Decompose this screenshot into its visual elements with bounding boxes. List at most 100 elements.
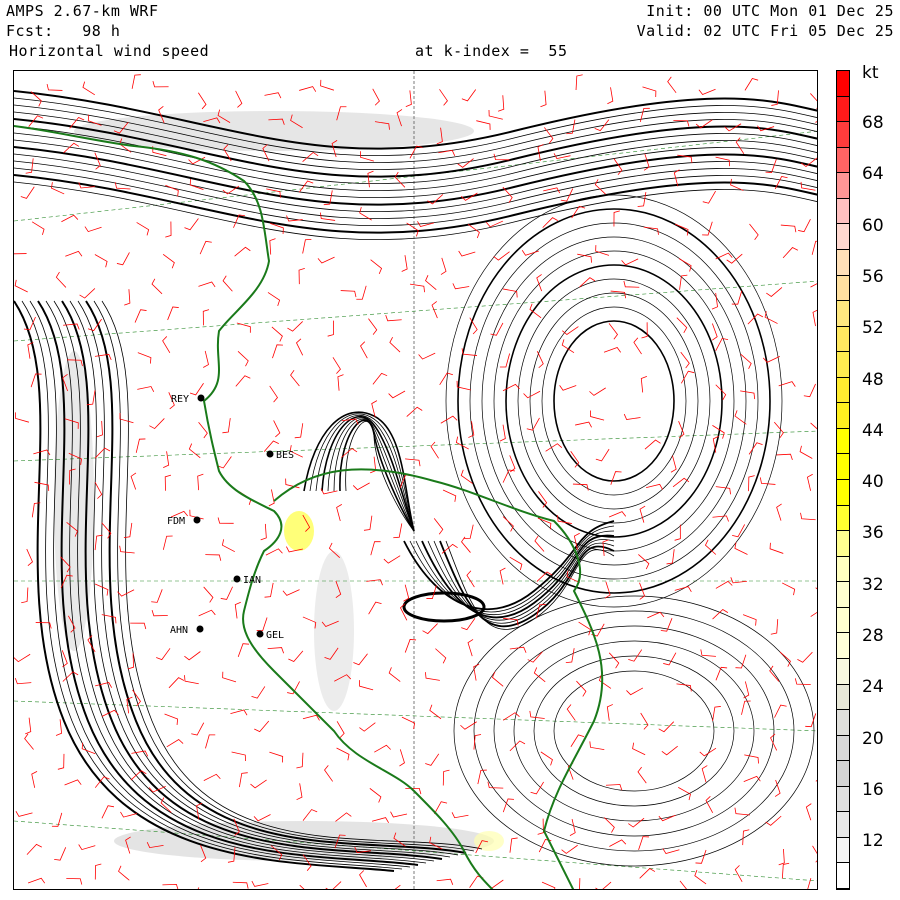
wind-barb — [287, 321, 303, 332]
wind-barb — [799, 445, 813, 459]
wind-barb — [64, 779, 82, 786]
wind-barb — [119, 545, 135, 554]
wind-barb — [94, 863, 102, 880]
colorbar-label: 28 — [862, 626, 884, 646]
wind-barb — [403, 584, 410, 602]
wind-barb — [127, 653, 134, 670]
colorbar-label: 60 — [862, 215, 884, 236]
wind-barb — [14, 653, 31, 663]
wind-barb — [399, 749, 405, 767]
wind-barb — [188, 443, 201, 459]
wind-barb — [101, 805, 115, 819]
wind-barb — [267, 292, 281, 307]
wind-barb — [730, 178, 744, 191]
wind-barb — [533, 667, 546, 683]
grid-line — [14, 430, 817, 462]
wind-barb — [660, 618, 673, 632]
wind-barb — [779, 651, 791, 667]
wind-barb — [778, 848, 785, 866]
wind-speed-map: REY BES FDM IAN AHN GEL — [13, 70, 818, 890]
wind-barb — [163, 451, 170, 468]
wind-barb — [794, 678, 811, 685]
wind-barb — [55, 719, 63, 736]
wind-barb — [302, 809, 318, 821]
wind-barb — [742, 829, 750, 846]
wind-barb — [385, 314, 402, 322]
model-title: AMPS 2.67-km WRF — [6, 2, 159, 20]
colorbar-swatch — [837, 710, 849, 736]
wind-barb — [702, 221, 713, 236]
wind-barb — [613, 210, 620, 227]
wind-barb — [21, 587, 29, 604]
wind-barb — [117, 589, 135, 597]
wind-barb — [499, 424, 506, 442]
wind-barb — [626, 687, 644, 696]
wind-barb — [199, 240, 212, 255]
wind-barb — [540, 751, 553, 766]
wind-barb — [132, 689, 141, 707]
wind-barb — [340, 290, 357, 298]
wind-barb — [705, 795, 714, 813]
wind-barb — [149, 418, 165, 430]
station-dot — [256, 630, 264, 638]
wind-barb — [473, 663, 480, 681]
colorbar-swatch — [837, 454, 849, 480]
wind-barb — [320, 79, 335, 91]
streamlines — [14, 90, 817, 872]
wind-barb — [509, 646, 527, 653]
colorbar-swatch — [837, 377, 849, 404]
wind-barb — [25, 717, 32, 735]
station-markers: REY BES FDM IAN AHN GEL — [167, 394, 294, 641]
wind-barb — [317, 256, 335, 264]
wind-barb — [575, 74, 583, 91]
wind-barb — [164, 474, 172, 491]
contour-line — [403, 520, 615, 610]
contour-line — [439, 540, 615, 628]
colorbar-swatch — [837, 122, 849, 148]
wind-barb — [589, 741, 605, 751]
wind-barb — [94, 353, 112, 361]
wind-barb — [15, 811, 33, 817]
contour-line — [541, 306, 687, 496]
wind-barb — [715, 580, 733, 589]
wind-barb — [25, 158, 34, 174]
wind-barb — [367, 170, 374, 188]
wind-barb — [14, 279, 28, 293]
wind-barb — [744, 78, 759, 91]
wind-barb — [238, 772, 248, 788]
colorbar-swatch — [837, 658, 849, 685]
wind-barb — [167, 306, 179, 321]
init-time: Init: 00 UTC Mon 01 Dec 25 — [646, 2, 894, 20]
wind-barb — [576, 680, 587, 697]
wind-barb — [235, 90, 243, 108]
wind-barb — [184, 651, 201, 661]
wind-barb — [162, 883, 179, 889]
wind-barb — [569, 818, 576, 836]
grid-line — [14, 280, 817, 342]
wind-barb — [589, 387, 606, 396]
wind-barb — [30, 373, 42, 388]
colorbar-unit: kt — [862, 63, 879, 83]
colorbar-swatch — [837, 224, 849, 250]
wind-barb — [803, 383, 816, 398]
wind-barb — [633, 337, 642, 355]
wind-barb — [273, 420, 281, 438]
wind-barb — [632, 742, 646, 756]
wind-barb — [425, 275, 437, 290]
wind-barb — [451, 812, 469, 819]
wind-barb — [764, 311, 778, 324]
contour-line — [553, 320, 675, 482]
wind-barb — [748, 475, 755, 492]
wind-barb — [156, 648, 171, 661]
wind-barb — [609, 839, 627, 847]
wind-barb — [678, 258, 692, 272]
wind-barb — [26, 548, 33, 567]
wind-barb — [566, 704, 576, 721]
wind-barb — [800, 181, 816, 191]
wind-barb — [394, 884, 401, 889]
wind-barb — [540, 90, 547, 108]
station-label: GEL — [266, 630, 284, 641]
wind-barb — [336, 747, 350, 761]
wind-barb — [740, 390, 756, 400]
wind-barb — [388, 667, 401, 682]
